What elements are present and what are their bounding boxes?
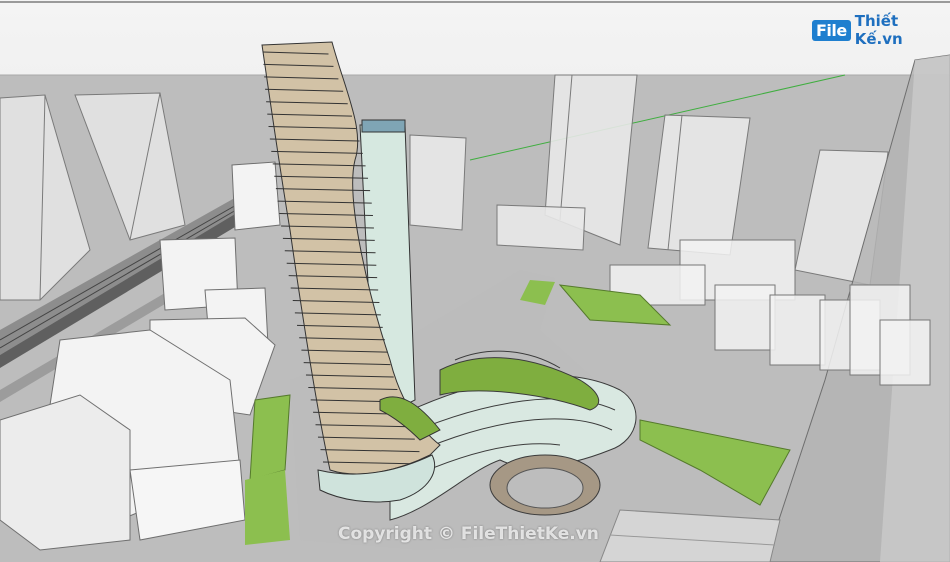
logo-file-mark: File bbox=[812, 19, 851, 41]
city-model-render bbox=[0, 0, 950, 562]
logo-wordmark: Thiết Kế.vn bbox=[854, 12, 903, 48]
copyright-watermark: Copyright © FileThietKe.vn bbox=[338, 524, 599, 544]
site-logo: File Thiết Kế.vn bbox=[812, 12, 950, 48]
sketchup-model-view: File Thiết Kế.vn Copyright © FileThietKe… bbox=[0, 0, 950, 562]
